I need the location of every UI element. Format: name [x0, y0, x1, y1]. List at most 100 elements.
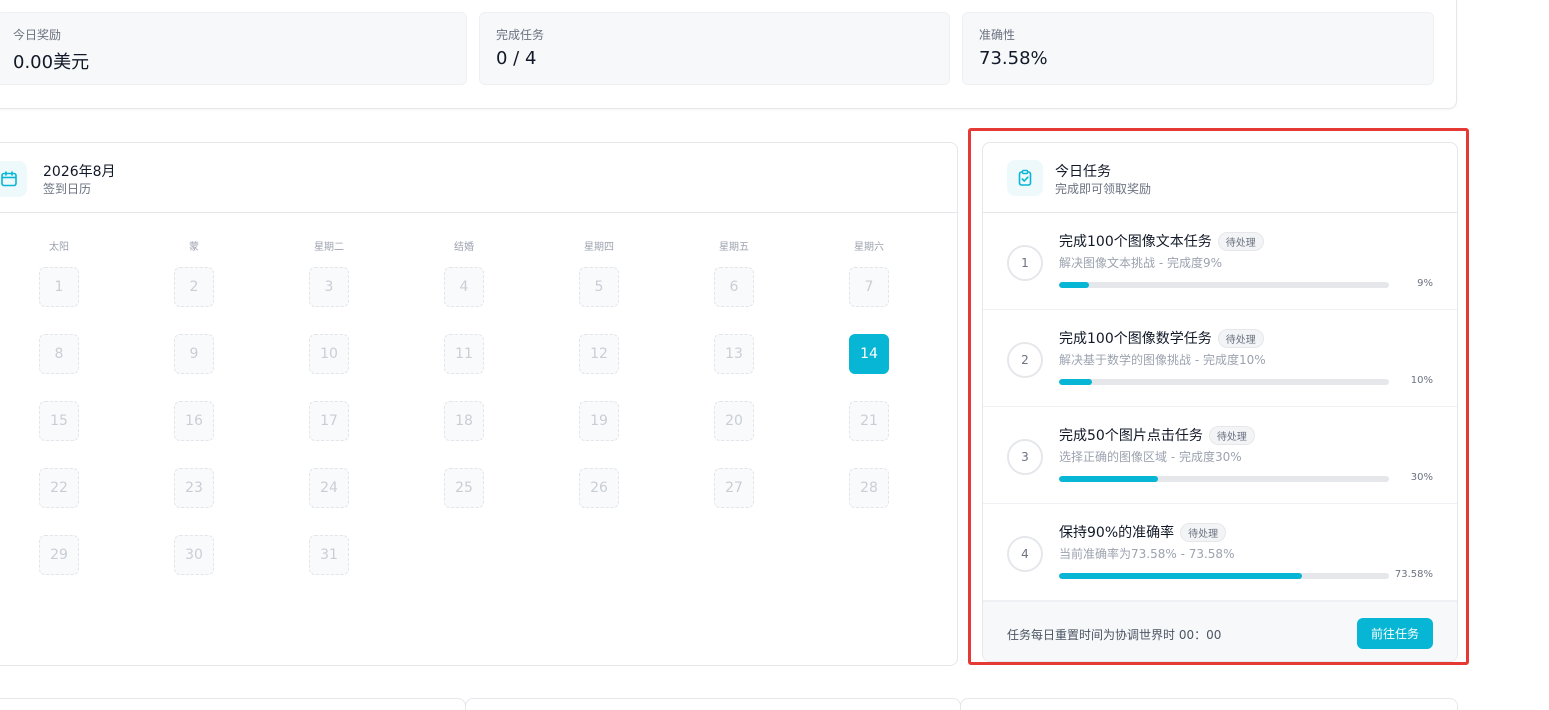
calendar-day[interactable]: 2 [174, 267, 214, 307]
task-item[interactable]: 4 保持90%的准确率 待处理 当前准确率为73.58% - 73.58% 73.… [983, 504, 1457, 601]
daily-tasks-card: 今日任务 完成即可领取奖励 1 完成100个图像文本任务 待处理 解决图像文本挑战… [982, 142, 1458, 662]
tasks-footer: 任务每日重置时间为协调世界时 00：00 前往任务 [983, 601, 1457, 661]
calendar-day[interactable]: 10 [309, 334, 349, 374]
calendar-day[interactable]: 3 [309, 267, 349, 307]
checkin-calendar-card: 2026年8月 签到日历 太阳蒙星期二 结婚 星期四 星期五 星期六 123456789… [0, 142, 958, 666]
task-name: 完成100个图像文本任务 待处理 [1059, 231, 1264, 252]
calendar-day[interactable]: 21 [849, 401, 889, 441]
calendar-day[interactable]: 7 [849, 267, 889, 307]
progress-percent: 73.58% [1394, 569, 1433, 580]
calendar-day[interactable]: 6 [714, 267, 754, 307]
calendar-day[interactable]: 26 [579, 468, 619, 508]
stats-card: 今日奖励 0.00美元 完成任务 0 / 4 准确性 73.58% [0, 0, 1457, 109]
task-number: 2 [1007, 342, 1043, 378]
weekday-label: 星期六 [854, 242, 884, 253]
calendar-day[interactable]: 1 [39, 267, 79, 307]
calendar-day[interactable]: 16 [174, 401, 214, 441]
progress-fill [1059, 379, 1092, 385]
task-number: 4 [1007, 536, 1043, 572]
stat-value: 0 / 4 [496, 48, 537, 69]
task-item[interactable]: 1 完成100个图像文本任务 待处理 解决图像文本挑战 - 完成度9% 9% [983, 213, 1457, 310]
calendar-subtitle: 签到日历 [43, 182, 92, 196]
weekday-label: 太阳 [49, 242, 69, 253]
progress-fill [1059, 282, 1089, 288]
calendar-day[interactable]: 5 [579, 267, 619, 307]
status-badge: 待处理 [1180, 522, 1227, 542]
clipboard-check-icon [1007, 160, 1043, 196]
stat-completed-tasks: 完成任务 0 / 4 [479, 12, 950, 85]
stat-label: 今日奖励 [13, 28, 62, 42]
task-description: 解决基于数学的图像挑战 - 完成度10% [1059, 353, 1266, 367]
tasks-subtitle: 完成即可领取奖励 [1055, 182, 1152, 196]
weekday-label: 星期二 [314, 242, 344, 253]
status-badge: 待处理 [1217, 328, 1264, 348]
calendar-day[interactable]: 9 [174, 334, 214, 374]
tasks-title: 今日任务 [1055, 164, 1111, 180]
task-number: 3 [1007, 439, 1043, 475]
stat-label: 准确性 [979, 28, 1016, 42]
status-badge: 待处理 [1217, 231, 1264, 251]
calendar-day[interactable]: 15 [39, 401, 79, 441]
task-description: 当前准确率为73.58% - 73.58% [1059, 547, 1235, 561]
task-description: 选择正确的图像区域 - 完成度30% [1059, 450, 1242, 464]
task-name: 完成100个图像数学任务 待处理 [1059, 328, 1264, 349]
calendar-day[interactable]: 23 [174, 468, 214, 508]
stat-value: 73.58% [979, 48, 1048, 69]
calendar-day[interactable]: 4 [444, 267, 484, 307]
progress-bar [1059, 282, 1389, 288]
weekday-label: 蒙 [189, 242, 199, 253]
calendar-day[interactable]: 22 [39, 468, 79, 508]
calendar-header: 2026年8月 签到日历 [0, 143, 957, 213]
task-number: 1 [1007, 245, 1043, 281]
progress-bar [1059, 573, 1389, 579]
calendar-month-title: 2026年8月 [43, 164, 116, 180]
calendar-day[interactable]: 19 [579, 401, 619, 441]
calendar-day[interactable]: 25 [444, 468, 484, 508]
task-name-text: 保持90%的准确率 [1059, 525, 1175, 541]
stat-value: 0.00美元 [13, 52, 90, 73]
calendar-day[interactable]: 31 [309, 535, 349, 575]
bottom-card [960, 698, 1458, 710]
calendar-day[interactable]: 17 [309, 401, 349, 441]
progress-fill [1059, 476, 1158, 482]
calendar-day[interactable]: 27 [714, 468, 754, 508]
stat-label: 完成任务 [496, 28, 545, 42]
progress-percent: 9% [1417, 278, 1433, 289]
weekday-label: 结婚 [454, 242, 474, 253]
task-name-text: 完成100个图像数学任务 [1059, 331, 1212, 347]
calendar-day[interactable]: 13 [714, 334, 754, 374]
progress-fill [1059, 573, 1302, 579]
progress-percent: 10% [1410, 375, 1433, 386]
reset-time-note: 任务每日重置时间为协调世界时 00：00 [1007, 628, 1222, 642]
progress-percent: 30% [1410, 472, 1433, 483]
weekday-label: 星期五 [719, 242, 749, 253]
status-badge: 待处理 [1208, 425, 1255, 445]
calendar-day[interactable]: 18 [444, 401, 484, 441]
task-item[interactable]: 3 完成50个图片点击任务 待处理 选择正确的图像区域 - 完成度30% 30% [983, 407, 1457, 504]
go-to-tasks-button[interactable]: 前往任务 [1357, 618, 1433, 649]
calendar-day[interactable]: 29 [39, 535, 79, 575]
calendar-day[interactable]: 12 [579, 334, 619, 374]
calendar-day-today[interactable]: 14 [849, 334, 889, 374]
weekday-label: 星期四 [584, 242, 614, 253]
calendar-day[interactable]: 8 [39, 334, 79, 374]
task-name-text: 完成50个图片点击任务 [1059, 428, 1203, 444]
task-name: 保持90%的准确率 待处理 [1059, 522, 1227, 543]
calendar-day[interactable]: 30 [174, 535, 214, 575]
calendar-day[interactable]: 11 [444, 334, 484, 374]
calendar-day[interactable]: 20 [714, 401, 754, 441]
progress-bar [1059, 476, 1389, 482]
task-description: 解决图像文本挑战 - 完成度9% [1059, 256, 1222, 270]
bottom-card [465, 698, 961, 710]
task-name-text: 完成100个图像文本任务 [1059, 234, 1212, 250]
stat-today-reward: 今日奖励 0.00美元 [0, 12, 467, 85]
calendar-day[interactable]: 28 [849, 468, 889, 508]
tasks-header: 今日任务 完成即可领取奖励 [983, 143, 1457, 213]
calendar-day[interactable]: 24 [309, 468, 349, 508]
task-item[interactable]: 2 完成100个图像数学任务 待处理 解决基于数学的图像挑战 - 完成度10% 1… [983, 310, 1457, 407]
progress-bar [1059, 379, 1389, 385]
task-name: 完成50个图片点击任务 待处理 [1059, 425, 1255, 446]
calendar-icon [0, 161, 27, 197]
stat-accuracy: 准确性 73.58% [962, 12, 1434, 85]
bottom-card [0, 698, 466, 710]
